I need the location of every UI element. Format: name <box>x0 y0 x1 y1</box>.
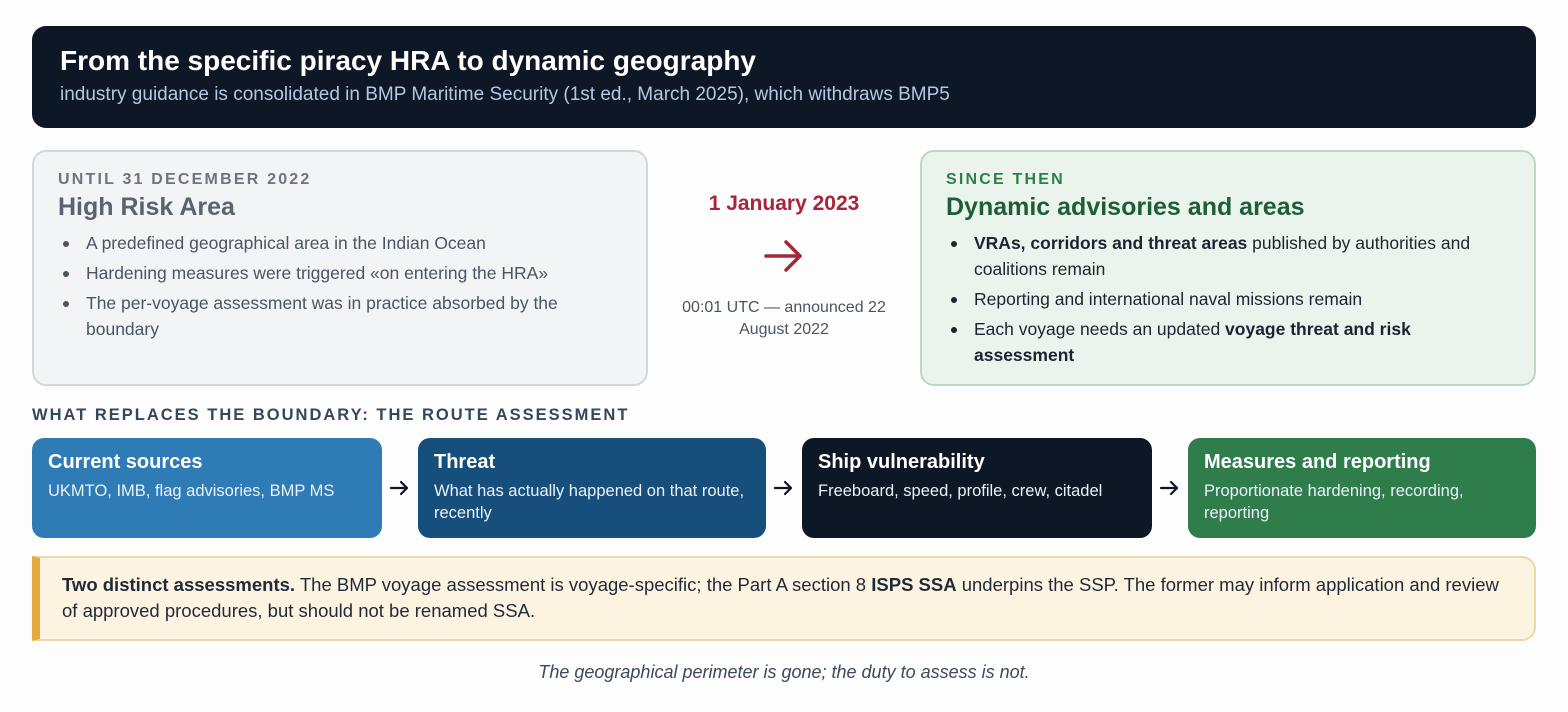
after-title: Dynamic advisories and areas <box>946 193 1305 221</box>
step-title: Ship vulnerability <box>818 451 985 473</box>
step-text: What has actually happened on that route… <box>434 482 745 522</box>
transition: 1 January 2023 00:01 UTC — announced 22 … <box>648 150 920 386</box>
callout-bold: ISPS SSA <box>871 574 957 595</box>
right-arrow-icon <box>764 240 802 272</box>
arrow-right-icon <box>1159 480 1179 496</box>
header-banner: From the specific piracy HRA to dynamic … <box>32 26 1536 128</box>
after-item: Each voyage needs an updated voyage thre… <box>946 316 1512 368</box>
page-subtitle: industry guidance is consolidated in BMP… <box>60 84 950 105</box>
step-text: Proportionate hardening, recording, repo… <box>1204 482 1464 522</box>
before-item: Hardening measures were triggered «on en… <box>58 260 624 286</box>
transition-date: 1 January 2023 <box>708 192 860 215</box>
callout-lead: Two distinct assessments. <box>62 574 296 595</box>
before-kicker: UNTIL 31 DECEMBER 2022 <box>58 171 312 188</box>
assessment-callout: Two distinct assessments. The BMP voyage… <box>32 556 1536 641</box>
arrow-right-icon <box>773 480 793 496</box>
step-text: Freeboard, speed, profile, crew, citadel <box>818 482 1103 500</box>
before-item: A predefined geographical area in the In… <box>58 230 624 256</box>
footer-note: The geographical perimeter is gone; the … <box>538 662 1030 682</box>
after-panel: SINCE THEN Dynamic advisories and areas … <box>920 150 1536 386</box>
arrow-right-icon <box>389 480 409 496</box>
step-ship-vulnerability: Ship vulnerability Freeboard, speed, pro… <box>802 438 1152 538</box>
after-item-text: Each voyage needs an updated <box>974 319 1226 339</box>
process-title: WHAT REPLACES THE BOUNDARY: THE ROUTE AS… <box>32 406 630 424</box>
after-item: VRAs, corridors and threat areas publish… <box>946 230 1512 282</box>
step-text: UKMTO, IMB, flag advisories, BMP MS <box>48 482 335 500</box>
after-item-bold: VRAs, corridors and threat areas <box>974 233 1248 253</box>
after-item: Reporting and international naval missio… <box>946 286 1512 312</box>
step-current-sources: Current sources UKMTO, IMB, flag advisor… <box>32 438 382 538</box>
before-list: A predefined geographical area in the In… <box>58 230 624 342</box>
after-kicker: SINCE THEN <box>946 171 1065 188</box>
page-title: From the specific piracy HRA to dynamic … <box>60 45 757 76</box>
before-title: High Risk Area <box>58 193 235 221</box>
before-panel: UNTIL 31 DECEMBER 2022 High Risk Area A … <box>32 150 648 386</box>
step-measures-reporting: Measures and reporting Proportionate har… <box>1188 438 1536 538</box>
step-threat: Threat What has actually happened on tha… <box>418 438 766 538</box>
callout-text: The BMP voyage assessment is voyage-spec… <box>295 574 872 595</box>
step-title: Current sources <box>48 451 203 473</box>
after-list: VRAs, corridors and threat areas publish… <box>946 230 1512 368</box>
step-title: Threat <box>434 451 496 473</box>
transition-note: 00:01 UTC — announced 22 August 2022 <box>682 299 886 338</box>
before-item: The per-voyage assessment was in practic… <box>58 290 624 342</box>
step-title: Measures and reporting <box>1204 451 1431 473</box>
